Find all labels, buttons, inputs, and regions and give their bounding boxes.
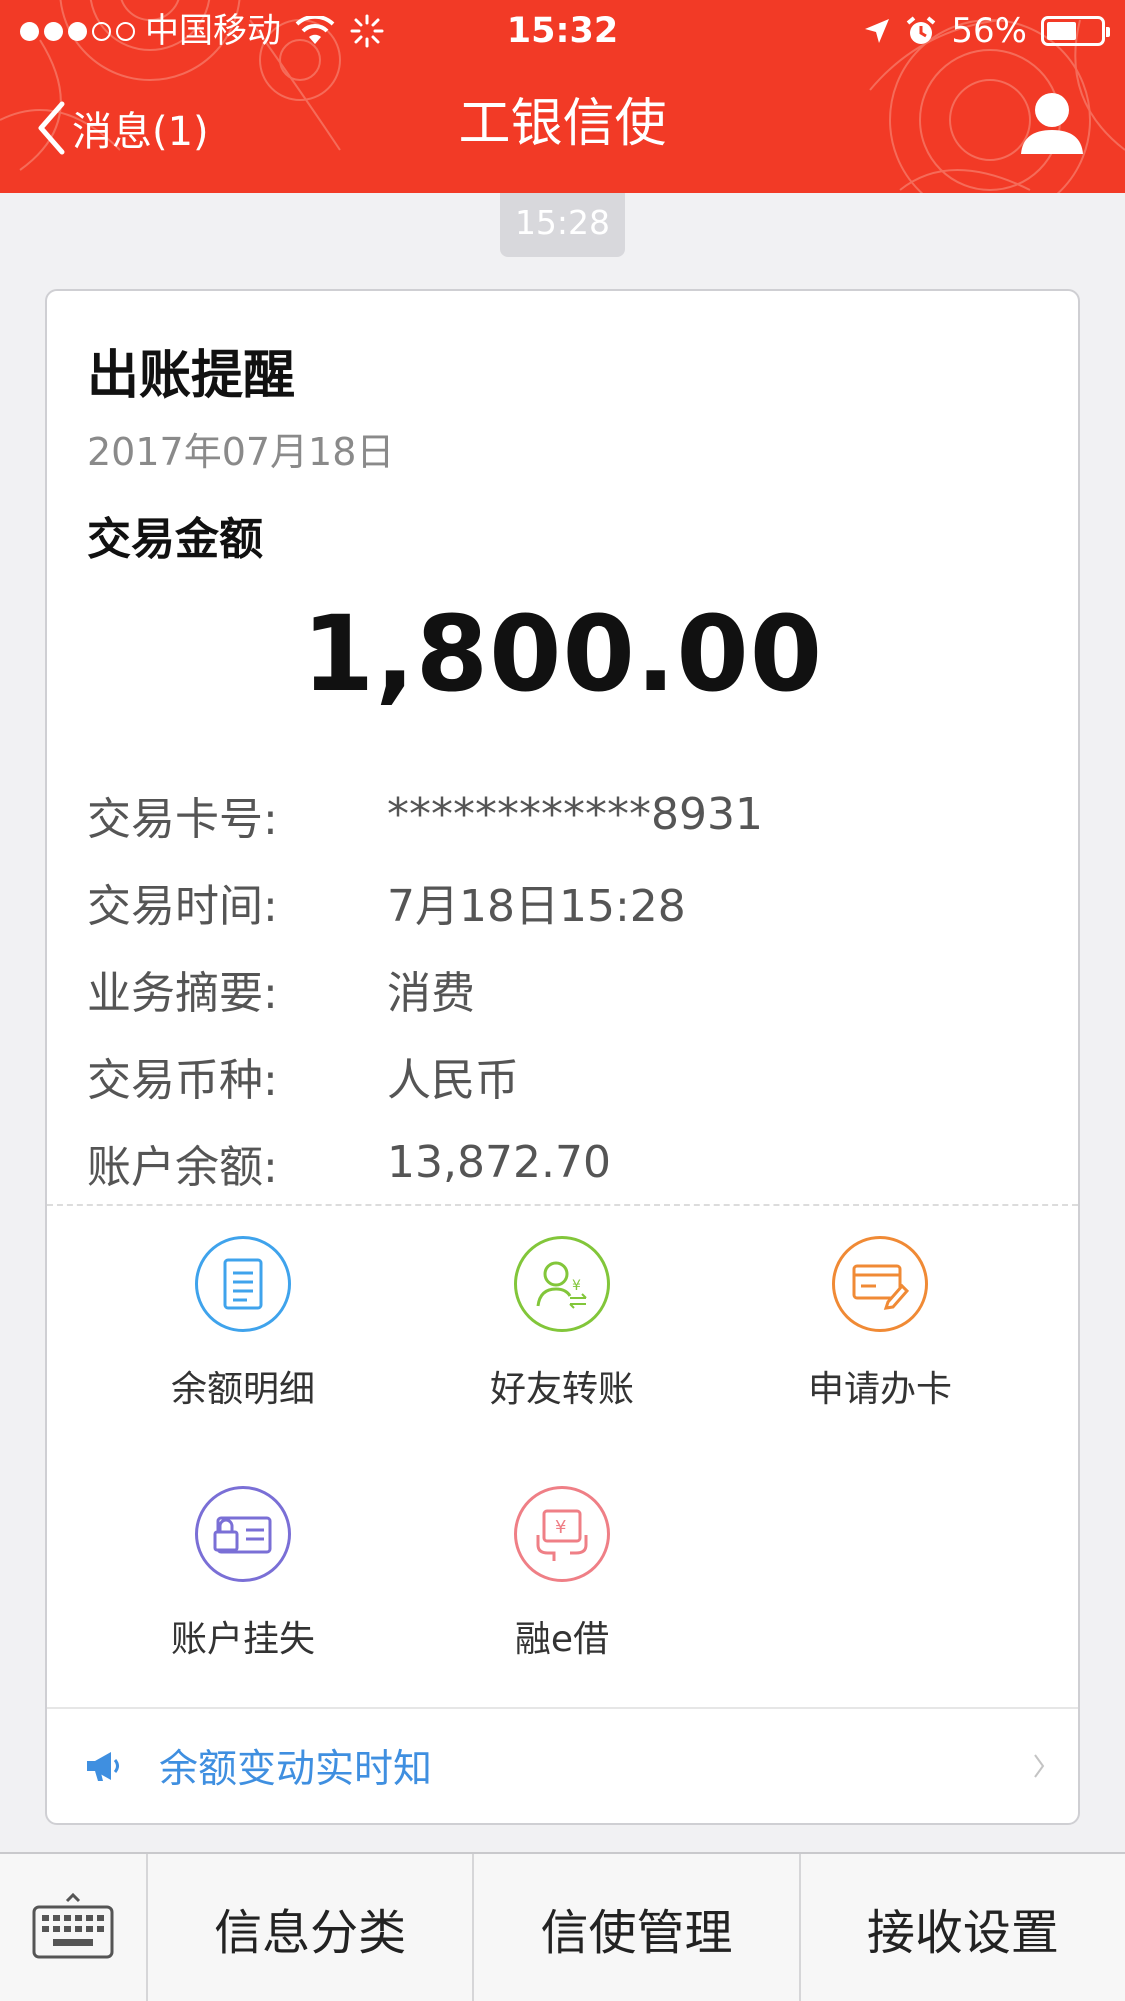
app-header: 中国移动 15:32 56% 消息(1) 工银信使 bbox=[0, 0, 1125, 193]
card-lock-icon bbox=[195, 1486, 291, 1582]
divider bbox=[47, 1204, 1078, 1206]
detail-row: 交易卡号: ************8931 bbox=[87, 771, 1037, 858]
action-rong-e-loan[interactable]: ¥ 融e借 bbox=[442, 1486, 682, 1662]
detail-value: 消费 bbox=[387, 967, 475, 1019]
detail-row: 账户余额: 13,872.70 bbox=[87, 1119, 1037, 1206]
action-label: 好友转账 bbox=[489, 1369, 634, 1410]
menu-messenger-manage[interactable]: 信使管理 bbox=[474, 1854, 801, 2001]
balance-alert-text: 余额变动实时知 bbox=[159, 1747, 433, 1792]
alarm-clock-icon bbox=[907, 16, 936, 44]
billing-reminder-card: 出账提醒 2017年07月18日 交易金额 1,800.00 交易卡号: ***… bbox=[45, 289, 1080, 1825]
amount-label: 交易金额 bbox=[87, 514, 263, 565]
detail-row: 交易币种: 人民币 bbox=[87, 1032, 1037, 1119]
card-date: 2017年07月18日 bbox=[87, 430, 395, 474]
action-balance-detail[interactable]: 余额明细 bbox=[123, 1236, 363, 1412]
detail-row: 交易时间: 7月18日15:28 bbox=[87, 858, 1037, 945]
user-profile-icon[interactable] bbox=[1017, 88, 1087, 158]
loan-icon: ¥ bbox=[514, 1486, 610, 1582]
detail-label: 交易币种: bbox=[87, 1054, 278, 1106]
svg-text:¥: ¥ bbox=[555, 1517, 566, 1538]
menu-receive-settings[interactable]: 接收设置 bbox=[801, 1854, 1125, 2001]
balance-alert-link[interactable]: 余额变动实时知 bbox=[47, 1709, 1078, 1823]
card-title: 出账提醒 bbox=[87, 346, 296, 406]
status-bar: 中国移动 15:32 56% bbox=[0, 0, 1125, 62]
action-label: 融e借 bbox=[514, 1619, 610, 1660]
megaphone-icon bbox=[87, 1752, 119, 1781]
action-label: 余额明细 bbox=[170, 1369, 315, 1410]
battery-icon bbox=[1041, 16, 1110, 46]
svg-text:¥: ¥ bbox=[572, 1278, 581, 1294]
detail-label: 业务摘要: bbox=[87, 967, 278, 1019]
nav-bar: 消息(1) 工银信使 bbox=[0, 62, 1125, 193]
message-timestamp: 15:28 bbox=[500, 193, 625, 257]
detail-value: 13,872.70 bbox=[387, 1137, 611, 1188]
transfer-user-icon: ¥ bbox=[514, 1236, 610, 1332]
battery-percent: 56% bbox=[951, 11, 1027, 51]
action-label: 账户挂失 bbox=[170, 1619, 315, 1660]
detail-label: 交易时间: bbox=[87, 880, 278, 932]
detail-value: ************8931 bbox=[387, 789, 763, 840]
chevron-right-icon bbox=[1034, 1754, 1045, 1778]
detail-row: 业务摘要: 消费 bbox=[87, 945, 1037, 1032]
action-apply-card[interactable]: 申请办卡 bbox=[760, 1236, 1000, 1412]
transaction-amount: 1,800.00 bbox=[301, 593, 824, 715]
transaction-details: 交易卡号: ************8931 交易时间: 7月18日15:28 … bbox=[87, 771, 1037, 1206]
action-friend-transfer[interactable]: ¥ 好友转账 bbox=[442, 1236, 682, 1412]
detail-value: 人民币 bbox=[387, 1054, 519, 1106]
document-icon bbox=[195, 1236, 291, 1332]
keyboard-icon bbox=[32, 1892, 114, 1958]
detail-label: 交易卡号: bbox=[87, 793, 278, 845]
bottom-menu-bar: 信息分类 信使管理 接收设置 bbox=[0, 1852, 1125, 2001]
detail-label: 账户余额: bbox=[87, 1141, 278, 1193]
menu-info-category[interactable]: 信息分类 bbox=[148, 1854, 475, 2001]
location-arrow-icon bbox=[865, 19, 890, 43]
card-apply-icon bbox=[832, 1236, 928, 1332]
action-report-loss[interactable]: 账户挂失 bbox=[123, 1486, 363, 1662]
detail-value: 7月18日15:28 bbox=[387, 880, 686, 932]
action-label: 申请办卡 bbox=[807, 1369, 952, 1410]
keyboard-toggle-button[interactable] bbox=[0, 1854, 148, 2001]
page-title: 工银信使 bbox=[458, 94, 667, 154]
